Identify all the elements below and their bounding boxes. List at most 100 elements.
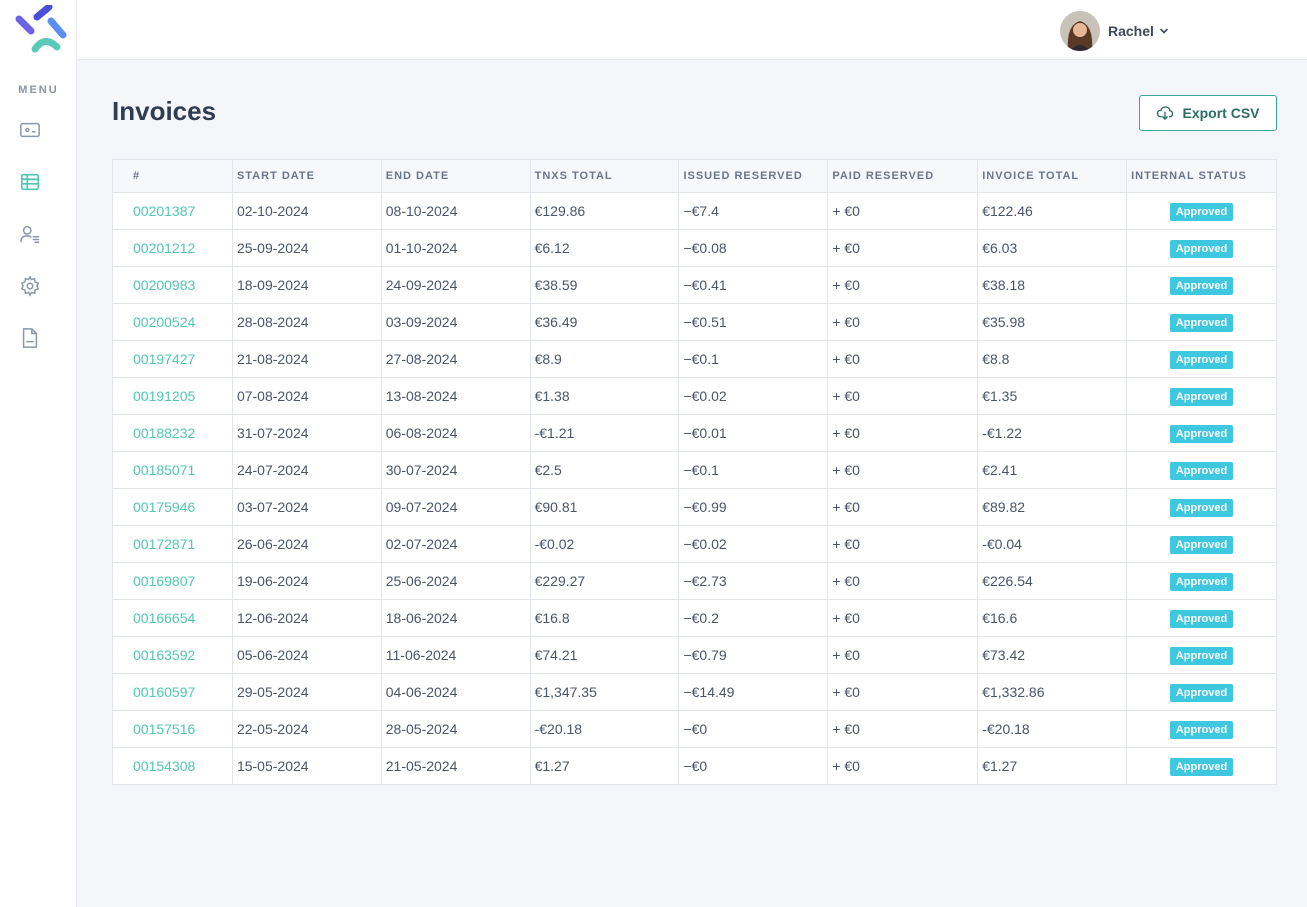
end-date-cell: 21-05-2024 bbox=[380, 747, 531, 785]
status-badge: Approved bbox=[1169, 239, 1234, 258]
column-header-paid-reserved[interactable]: PAID RESERVED bbox=[827, 159, 979, 193]
column-header-invoice-total[interactable]: INVOICE TOTAL bbox=[977, 159, 1128, 193]
invoice-total-cell: €38.18 bbox=[977, 266, 1128, 304]
status-badge: Approved bbox=[1169, 535, 1234, 554]
paid-reserved-cell: + €0 bbox=[827, 673, 979, 711]
start-date-cell: 03-07-2024 bbox=[231, 488, 382, 526]
invoice-total-cell: €1.35 bbox=[977, 377, 1128, 415]
sidebar-item-users[interactable] bbox=[14, 218, 46, 250]
tnxs-total-cell: €1.38 bbox=[529, 377, 680, 415]
internal-status-cell: Approved bbox=[1126, 192, 1277, 230]
internal-status-cell: Approved bbox=[1126, 673, 1277, 711]
user-menu[interactable]: Rachel bbox=[1060, 10, 1169, 52]
invoice-number-link[interactable]: 00160597 bbox=[112, 673, 233, 711]
issued-reserved-cell: −€0.1 bbox=[678, 340, 829, 378]
internal-status-cell: Approved bbox=[1126, 710, 1277, 748]
issued-reserved-cell: −€0.51 bbox=[678, 303, 829, 341]
tnxs-total-cell: €229.27 bbox=[529, 562, 680, 600]
sidebar-item-settings[interactable] bbox=[14, 270, 46, 302]
table-row: 00157516 22-05-2024 28-05-2024 -€20.18 −€0 + … bbox=[112, 710, 1277, 748]
table-row: 00201387 02-10-2024 08-10-2024 €129.86 −€7.4… bbox=[112, 192, 1277, 230]
topbar: Rachel bbox=[77, 0, 1307, 60]
invoice-total-cell: €8.8 bbox=[977, 340, 1128, 378]
sidebar: MENU bbox=[0, 0, 77, 907]
invoice-number-link[interactable]: 00154308 bbox=[112, 747, 233, 785]
table-row: 00169807 19-06-2024 25-06-2024 €229.27 −€2.7… bbox=[112, 562, 1277, 600]
tnxs-total-cell: €90.81 bbox=[529, 488, 680, 526]
issued-reserved-cell: −€0 bbox=[678, 747, 829, 785]
start-date-cell: 25-09-2024 bbox=[231, 229, 382, 267]
invoice-number-link[interactable]: 00188232 bbox=[112, 414, 233, 452]
invoice-number-link[interactable]: 00163592 bbox=[112, 636, 233, 674]
column-header-internal-status[interactable]: INTERNAL STATUS bbox=[1126, 159, 1277, 193]
start-date-cell: 18-09-2024 bbox=[231, 266, 382, 304]
logo[interactable] bbox=[15, 3, 69, 57]
table-row: 00191205 07-08-2024 13-08-2024 €1.38 −€0.02 +… bbox=[112, 377, 1277, 415]
invoice-number-link[interactable]: 00172871 bbox=[112, 525, 233, 563]
start-date-cell: 22-05-2024 bbox=[231, 710, 382, 748]
column-header-issued-reserved[interactable]: ISSUED RESERVED bbox=[678, 159, 829, 193]
column-header-tnxs-total[interactable]: TNXS TOTAL bbox=[529, 159, 680, 193]
invoice-number-link[interactable]: 00201212 bbox=[112, 229, 233, 267]
internal-status-cell: Approved bbox=[1126, 488, 1277, 526]
invoice-number-link[interactable]: 00169807 bbox=[112, 562, 233, 600]
tnxs-total-cell: -€1.21 bbox=[529, 414, 680, 452]
paid-reserved-cell: + €0 bbox=[827, 636, 979, 674]
invoice-total-cell: -€20.18 bbox=[977, 710, 1128, 748]
sidebar-item-invoices[interactable] bbox=[14, 166, 46, 198]
invoice-number-link[interactable]: 00200524 bbox=[112, 303, 233, 341]
status-badge: Approved bbox=[1169, 276, 1234, 295]
status-badge: Approved bbox=[1169, 720, 1234, 739]
invoice-number-link[interactable]: 00197427 bbox=[112, 340, 233, 378]
user-name: Rachel bbox=[1108, 23, 1154, 39]
end-date-cell: 28-05-2024 bbox=[380, 710, 531, 748]
status-badge: Approved bbox=[1169, 572, 1234, 591]
issued-reserved-cell: −€0.02 bbox=[678, 377, 829, 415]
tnxs-total-cell: €129.86 bbox=[529, 192, 680, 230]
invoice-number-link[interactable]: 00157516 bbox=[112, 710, 233, 748]
issued-reserved-cell: −€14.49 bbox=[678, 673, 829, 711]
sidebar-item-wallet[interactable] bbox=[14, 114, 46, 146]
invoice-total-cell: €89.82 bbox=[977, 488, 1128, 526]
end-date-cell: 30-07-2024 bbox=[380, 451, 531, 489]
table-row: 00200524 28-08-2024 03-09-2024 €36.49 −€0.51… bbox=[112, 303, 1277, 341]
start-date-cell: 07-08-2024 bbox=[231, 377, 382, 415]
table-row: 00163592 05-06-2024 11-06-2024 €74.21 −€0.79… bbox=[112, 636, 1277, 674]
invoice-number-link[interactable]: 00201387 bbox=[112, 192, 233, 230]
status-badge: Approved bbox=[1169, 757, 1234, 776]
issued-reserved-cell: −€0.02 bbox=[678, 525, 829, 563]
invoice-number-link[interactable]: 00166654 bbox=[112, 599, 233, 637]
invoice-total-cell: €1,332.86 bbox=[977, 673, 1128, 711]
invoice-number-link[interactable]: 00185071 bbox=[112, 451, 233, 489]
avatar-image bbox=[1060, 11, 1100, 51]
invoice-number-link[interactable]: 00200983 bbox=[112, 266, 233, 304]
start-date-cell: 19-06-2024 bbox=[231, 562, 382, 600]
start-date-cell: 31-07-2024 bbox=[231, 414, 382, 452]
table-row: 00185071 24-07-2024 30-07-2024 €2.5 −€0.1 + €… bbox=[112, 451, 1277, 489]
internal-status-cell: Approved bbox=[1126, 377, 1277, 415]
paid-reserved-cell: + €0 bbox=[827, 562, 979, 600]
column-header-number[interactable]: # bbox=[112, 159, 233, 193]
start-date-cell: 24-07-2024 bbox=[231, 451, 382, 489]
invoice-total-cell: €16.6 bbox=[977, 599, 1128, 637]
issued-reserved-cell: −€0.2 bbox=[678, 599, 829, 637]
issued-reserved-cell: −€0.1 bbox=[678, 451, 829, 489]
table-row: 00201212 25-09-2024 01-10-2024 €6.12 −€0.08 +… bbox=[112, 229, 1277, 267]
cloud-download-icon bbox=[1157, 106, 1174, 120]
invoice-number-link[interactable]: 00191205 bbox=[112, 377, 233, 415]
column-header-end-date[interactable]: END DATE bbox=[380, 159, 531, 193]
invoice-number-link[interactable]: 00175946 bbox=[112, 488, 233, 526]
start-date-cell: 29-05-2024 bbox=[231, 673, 382, 711]
internal-status-cell: Approved bbox=[1126, 747, 1277, 785]
internal-status-cell: Approved bbox=[1126, 266, 1277, 304]
tnxs-total-cell: -€20.18 bbox=[529, 710, 680, 748]
page-title: Invoices bbox=[112, 96, 217, 126]
end-date-cell: 11-06-2024 bbox=[380, 636, 531, 674]
status-badge: Approved bbox=[1169, 350, 1234, 369]
tnxs-total-cell: €38.59 bbox=[529, 266, 680, 304]
export-csv-button[interactable]: Export CSV bbox=[1139, 95, 1277, 131]
column-header-start-date[interactable]: START DATE bbox=[231, 159, 382, 193]
avatar bbox=[1060, 11, 1100, 51]
tnxs-total-cell: €74.21 bbox=[529, 636, 680, 674]
sidebar-item-documents[interactable] bbox=[14, 322, 46, 354]
